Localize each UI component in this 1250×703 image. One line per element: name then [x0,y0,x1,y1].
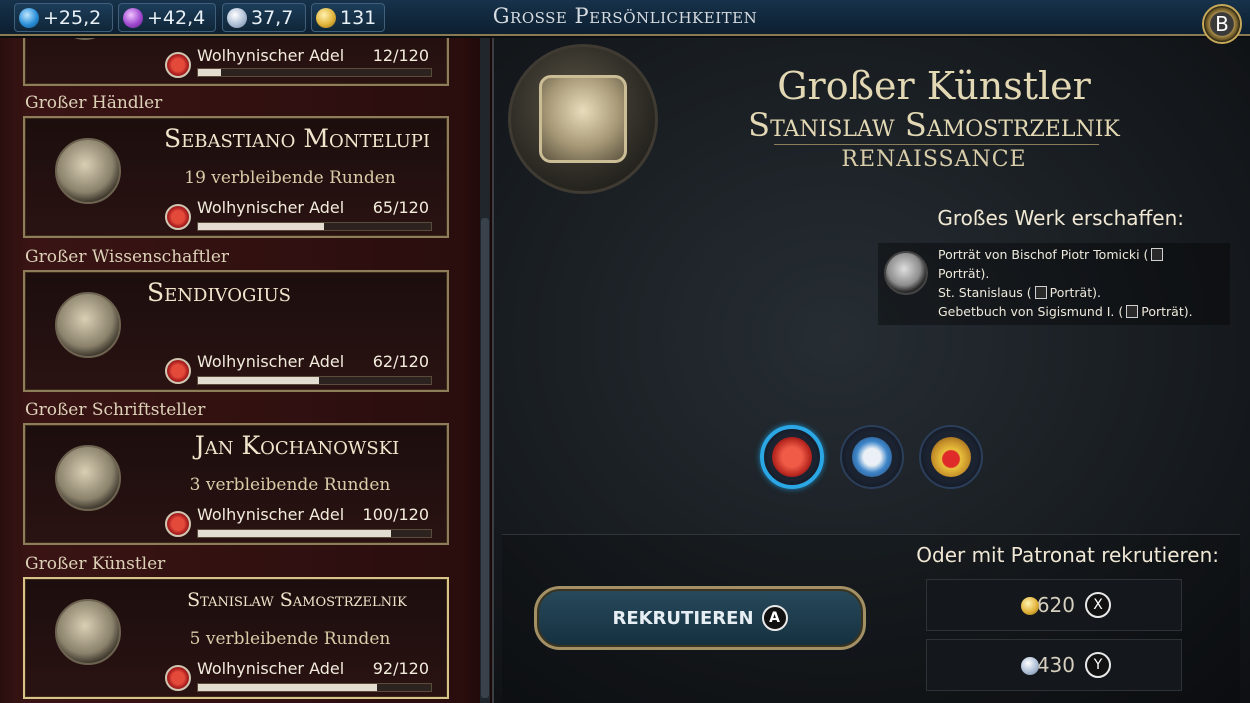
progress-bar [197,529,432,538]
civilization-icon [165,204,191,230]
y-button-icon: Y [1085,652,1111,678]
patronage-heading: Oder mit Patronat rekrutieren: [916,543,1219,567]
scientist-medal-icon [55,292,121,358]
artist-medal-icon [55,599,121,665]
category-label: Großer Händler [25,93,163,113]
patronage-gold-button[interactable]: 620 X [926,579,1182,631]
writer-medal-icon [55,445,121,511]
culture-icon [123,7,143,28]
progress-bar [197,683,432,692]
progress-bar [197,68,432,77]
palette-emblem-icon [539,75,627,163]
recruit-button[interactable]: REKRUTIEREN A [534,586,866,650]
faith-resource: 37,7 [222,3,306,32]
civilization-icon [165,665,191,691]
monument-icon [852,437,892,477]
monument-selector[interactable] [840,425,904,489]
great-work-heading: Großes Werk erschaffen: [937,206,1184,230]
civilization-icon [165,511,191,537]
great-person-card[interactable]: Sendivogius Wolhynischer Adel 62/120 [23,270,449,392]
divider [774,144,1099,145]
faith-icon [227,7,247,28]
turns-remaining: 19 verbleibende Runden [184,168,396,188]
top-bar: +25,2 +42,4 37,7 131 Grosse Persönlichke… [0,0,1250,36]
civilization-icon [165,358,191,384]
category-label: Großer Schriftsteller [25,400,206,420]
civilization-selector-active[interactable] [760,425,824,489]
patronage-faith-button[interactable]: 430 Y [926,639,1182,691]
artist-emblem-icon [508,44,658,194]
x-button-icon: X [1085,592,1111,618]
great-person-card[interactable]: Jan Kochanowski 3 verbleibende Runden Wo… [23,423,449,545]
great-person-type: Großer Künstler [777,64,1091,108]
civilization-icon [772,437,812,477]
a-button-icon: A [761,605,788,631]
gold-icon [316,7,336,28]
science-resource: +25,2 [14,3,113,32]
great-person-name: Stanislaw Samostrzelnik [748,106,1120,144]
detail-panel: Großer Künstler Stanislaw Samostrzelnik … [492,38,1250,703]
portrait-icon [1034,286,1047,299]
screen-title: Grosse Persönlichkeiten [492,4,758,28]
banner-icon [931,437,971,477]
portrait-icon [1151,248,1164,261]
category-label: Großer Künstler [25,554,166,574]
category-label: Großer Wissenschaftler [25,247,230,267]
great-person-name: Sebastiano Montelupi [163,124,430,153]
science-icon [19,7,39,28]
turns-remaining: 5 verbleibende Runden [189,629,391,649]
progress-bar [197,222,432,231]
great-person-name: Sendivogius [147,278,291,307]
great-person-name: Jan Kochanowski [194,431,400,460]
great-person-medal-icon [55,38,115,40]
great-people-list[interactable]: Wolhynischer Adel 12/120 Großer Händler … [0,38,492,703]
great-person-name: Stanislaw Samostrzelnik [187,589,407,611]
banner-selector[interactable] [919,425,983,489]
turns-remaining: 3 verbleibende Runden [189,475,391,495]
back-button[interactable]: B [1202,4,1242,44]
portrait-icon [1126,305,1139,318]
progress-bar [197,376,432,385]
great-works-text: Porträt von Bischof Piotr Tomicki ( Port… [938,247,1193,319]
great-works-list: Porträt von Bischof Piotr Tomicki ( Port… [878,243,1230,325]
culture-resource: +42,4 [118,3,216,32]
merchant-medal-icon [55,138,121,204]
great-person-card[interactable]: Wolhynischer Adel 12/120 [23,38,449,86]
civilization-icon [165,52,191,78]
great-person-card[interactable]: Sebastiano Montelupi 19 verbleibende Run… [23,116,449,238]
great-person-card-selected[interactable]: Stanislaw Samostrzelnik 5 verbleibende R… [23,577,449,699]
palette-icon [884,251,928,295]
scrollbar-thumb[interactable] [481,218,489,698]
gold-icon [1021,597,1039,615]
era-label: RENAISSANCE [841,147,1027,172]
gold-resource: 131 [311,3,385,32]
faith-icon [1021,657,1039,675]
list-scrollbar[interactable] [480,38,490,703]
